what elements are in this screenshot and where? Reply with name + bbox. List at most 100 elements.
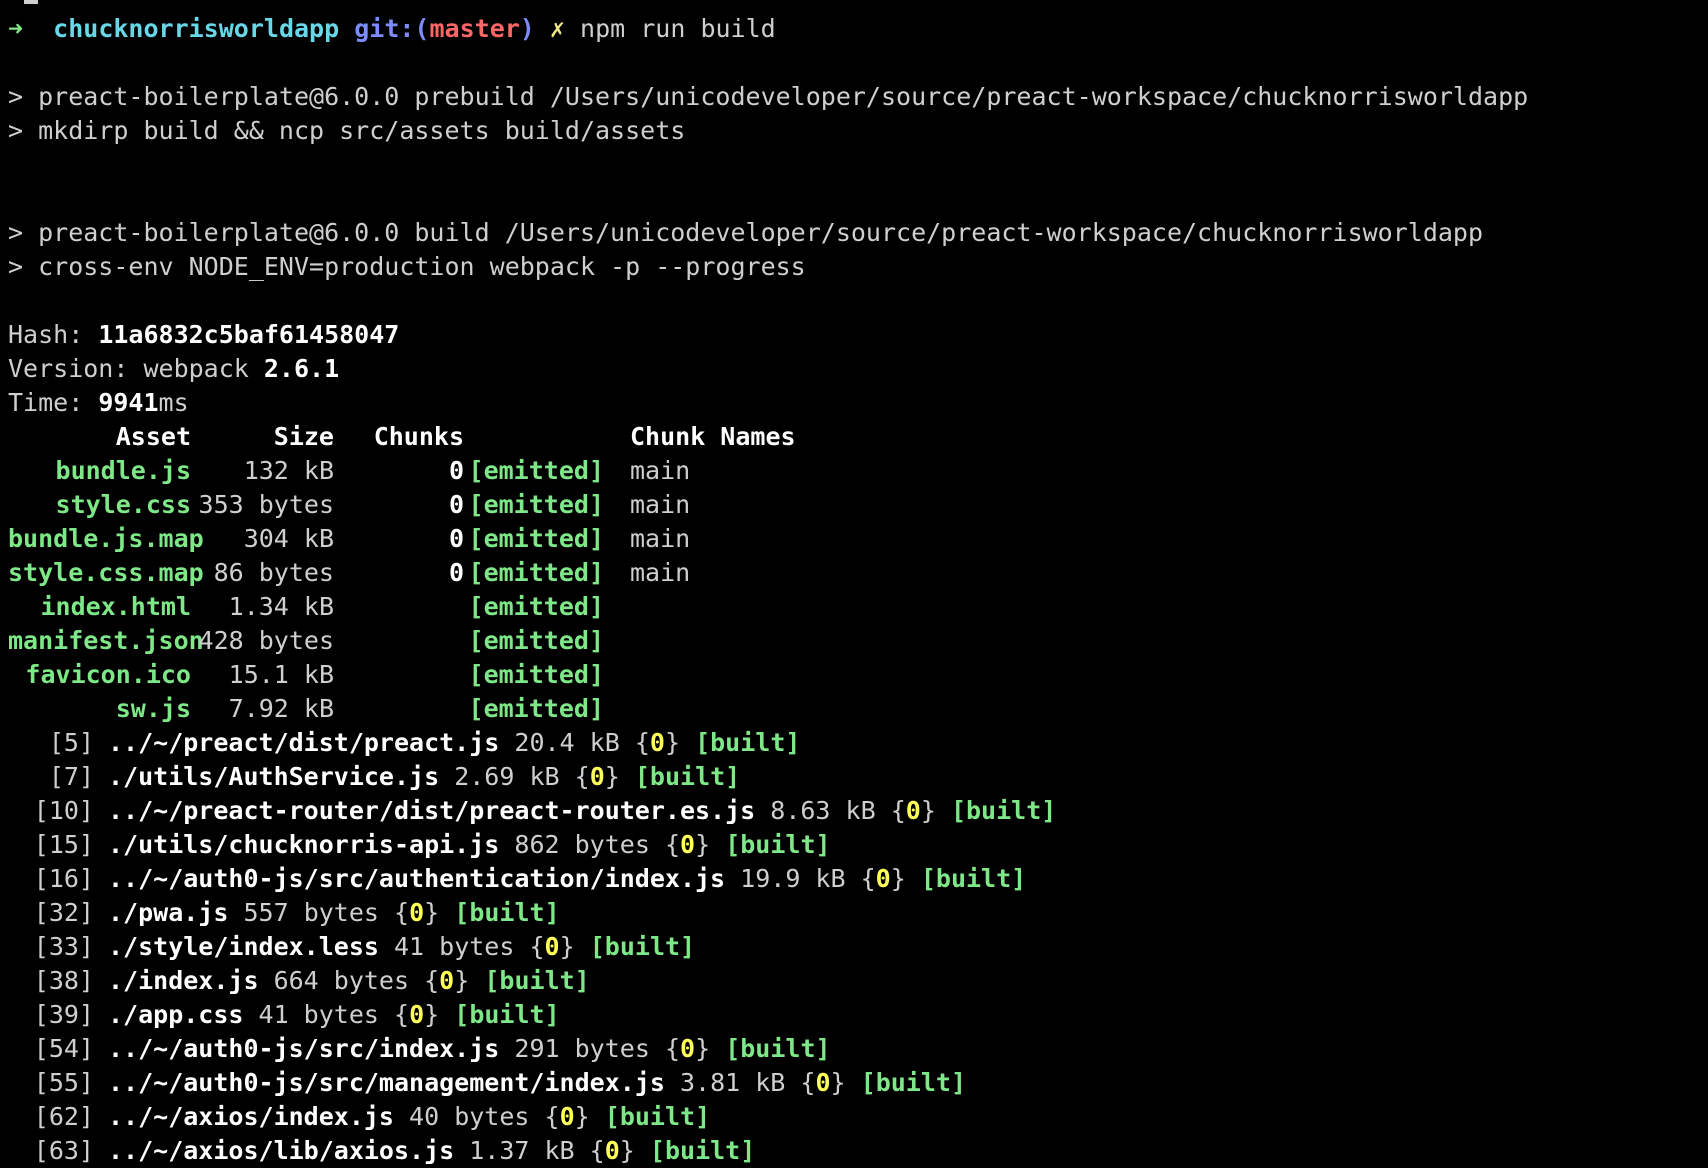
table-row: bundle.js 132 kB 0 [emitted] main bbox=[8, 454, 1708, 488]
script-line-build-cmd: > cross-env NODE_ENV=production webpack … bbox=[8, 252, 806, 281]
asset-chunk-names bbox=[604, 624, 630, 658]
asset-chunk-names: main bbox=[630, 456, 691, 485]
table-row: style.css.map 86 bytes 0 [emitted] main bbox=[8, 556, 1708, 590]
asset-size: 428 bytes bbox=[198, 626, 334, 655]
module-id: [15] bbox=[33, 830, 94, 859]
module-size: 40 bytes bbox=[409, 1102, 530, 1131]
module-id: [5] bbox=[48, 728, 94, 757]
build-time: 9941 bbox=[98, 388, 159, 417]
asset-chunk-names: main bbox=[630, 558, 691, 587]
module-chunk: 0 bbox=[439, 966, 455, 995]
module-id: [33] bbox=[33, 932, 94, 961]
list-item: [10] ../~/preact-router/dist/preact-route… bbox=[8, 794, 1708, 828]
module-status: [built] bbox=[649, 1136, 756, 1165]
module-chunk: 0 bbox=[589, 762, 605, 791]
module-size: 2.69 kB bbox=[454, 762, 560, 791]
module-path: ../~/preact-router/dist/preact-router.es… bbox=[108, 796, 756, 825]
asset-chunks: 0 bbox=[448, 524, 464, 553]
module-size: 557 bytes bbox=[243, 898, 379, 927]
script-line-prebuild-cmd: > mkdirp build && ncp src/assets build/a… bbox=[8, 116, 686, 145]
module-id: [62] bbox=[33, 1102, 94, 1131]
asset-chunks bbox=[334, 624, 464, 658]
module-status: [built] bbox=[950, 796, 1057, 825]
module-path: ../~/auth0-js/src/management/index.js bbox=[108, 1068, 665, 1097]
asset-size: 1.34 kB bbox=[228, 592, 334, 621]
module-size: 19.9 kB bbox=[740, 864, 846, 893]
asset-chunks: 0 bbox=[448, 490, 464, 519]
asset-chunks bbox=[334, 590, 464, 624]
asset-size: 7.92 kB bbox=[228, 694, 334, 723]
prompt-arrow-icon: ➜ bbox=[8, 14, 24, 43]
module-chunk: 0 bbox=[559, 1102, 575, 1131]
list-item: [16] ../~/auth0-js/src/authentication/ind… bbox=[8, 862, 1708, 896]
module-chunk: 0 bbox=[544, 932, 560, 961]
module-size: 862 bytes bbox=[514, 830, 650, 859]
module-path: ../~/auth0-js/src/index.js bbox=[108, 1034, 500, 1063]
asset-chunks bbox=[334, 692, 464, 726]
list-item: [63] ../~/axios/lib/axios.js 1.37 kB {0} … bbox=[8, 1134, 1708, 1168]
asset-status: [emitted] bbox=[468, 660, 604, 689]
header-asset: Asset bbox=[115, 422, 191, 451]
asset-size: 353 bytes bbox=[198, 490, 334, 519]
table-row: style.css 353 bytes 0 [emitted] main bbox=[8, 488, 1708, 522]
module-path: ../~/axios/lib/axios.js bbox=[108, 1136, 455, 1165]
assets-table-body: bundle.js 132 kB 0 [emitted] main style.css 35… bbox=[8, 454, 1708, 726]
asset-chunk-names bbox=[604, 692, 630, 726]
hash-value: 11a6832c5baf61458047 bbox=[98, 320, 400, 349]
prompt-dirty-icon: ✗ bbox=[549, 14, 565, 43]
prompt-git-close: ) bbox=[519, 14, 535, 43]
assets-table-header: Asset Size Chunks Chunk Names bbox=[8, 420, 1708, 454]
module-id: [38] bbox=[33, 966, 94, 995]
terminal-cursor-fragment bbox=[24, 0, 38, 4]
list-item: [32] ./pwa.js 557 bytes {0} [built] bbox=[8, 896, 1708, 930]
table-row: index.html 1.34 kB [emitted] bbox=[8, 590, 1708, 624]
module-size: 41 bytes bbox=[394, 932, 515, 961]
module-size: 1.37 kB bbox=[469, 1136, 575, 1165]
list-item: [55] ../~/auth0-js/src/management/index.j… bbox=[8, 1066, 1708, 1100]
asset-size: 15.1 kB bbox=[228, 660, 334, 689]
list-item: [62] ../~/axios/index.js 40 bytes {0} [bu… bbox=[8, 1100, 1708, 1134]
asset-chunk-names: main bbox=[630, 524, 691, 553]
terminal-output[interactable]: ➜ chucknorrisworldapp git:(master) ✗ npm… bbox=[8, 12, 1708, 1168]
module-chunk: 0 bbox=[409, 898, 425, 927]
module-id: [39] bbox=[33, 1000, 94, 1029]
asset-name: style.css.map bbox=[8, 558, 204, 587]
module-status: [built] bbox=[604, 1102, 711, 1131]
module-id: [32] bbox=[33, 898, 94, 927]
module-chunk: 0 bbox=[409, 1000, 425, 1029]
asset-chunk-names bbox=[604, 590, 630, 624]
header-chunks: Chunks bbox=[373, 422, 464, 451]
module-chunk: 0 bbox=[649, 728, 665, 757]
asset-chunk-names: main bbox=[630, 490, 691, 519]
module-status: [built] bbox=[920, 864, 1027, 893]
prompt-git-branch: master bbox=[429, 14, 520, 43]
module-status: [built] bbox=[725, 830, 831, 859]
asset-status: [emitted] bbox=[468, 456, 604, 485]
module-size: 41 bytes bbox=[258, 1000, 379, 1029]
module-status: [built] bbox=[695, 728, 801, 757]
asset-status: [emitted] bbox=[468, 592, 604, 621]
module-status: [built] bbox=[860, 1068, 966, 1097]
asset-status: [emitted] bbox=[468, 490, 604, 519]
module-id: [10] bbox=[33, 796, 94, 825]
modules-list: [5] ../~/preact/dist/preact.js 20.4 kB {0… bbox=[8, 726, 1708, 1168]
asset-name: favicon.ico bbox=[25, 660, 191, 689]
table-row: bundle.js.map 304 kB 0 [emitted] main bbox=[8, 522, 1708, 556]
asset-size: 132 kB bbox=[243, 456, 334, 485]
table-row: manifest.json 428 bytes [emitted] bbox=[8, 624, 1708, 658]
module-size: 8.63 kB bbox=[770, 796, 876, 825]
module-size: 291 bytes bbox=[514, 1034, 650, 1063]
module-path: ./utils/AuthService.js bbox=[108, 762, 440, 791]
asset-name: bundle.js bbox=[55, 456, 191, 485]
list-item: [39] ./app.css 41 bytes {0} [built] bbox=[8, 998, 1708, 1032]
asset-status: [emitted] bbox=[468, 694, 604, 723]
list-item: [5] ../~/preact/dist/preact.js 20.4 kB {0… bbox=[8, 726, 1708, 760]
module-path: ./pwa.js bbox=[108, 898, 229, 927]
module-id: [7] bbox=[48, 762, 94, 791]
header-chunk-names: Chunk Names bbox=[630, 422, 796, 451]
asset-size: 304 kB bbox=[243, 524, 334, 553]
module-status: [built] bbox=[634, 762, 741, 791]
script-line-build: > preact-boilerplate@6.0.0 build /Users/… bbox=[8, 218, 1484, 247]
module-path: ../~/auth0-js/src/authentication/index.j… bbox=[108, 864, 726, 893]
module-chunk: 0 bbox=[815, 1068, 831, 1097]
